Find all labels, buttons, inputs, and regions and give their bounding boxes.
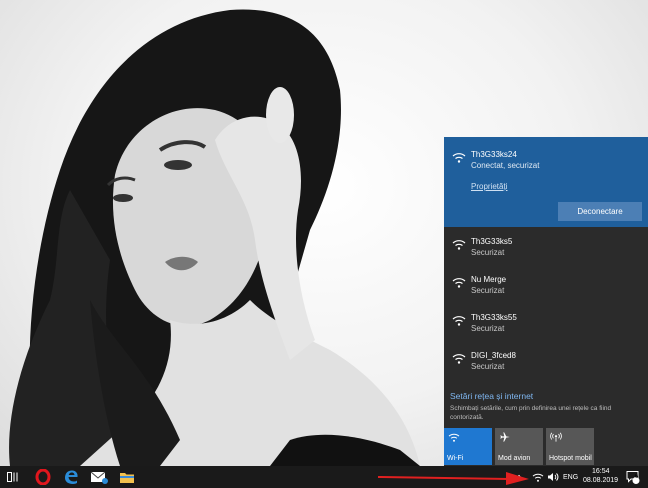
network-item[interactable]: DIGI_3fced8 Securizat — [444, 344, 648, 381]
mail-button[interactable] — [86, 466, 112, 488]
network-name: Th3G33ks5 — [471, 237, 513, 246]
network-status: Securizat — [471, 248, 505, 257]
wifi-icon — [452, 354, 466, 364]
folder-icon — [120, 473, 134, 483]
network-tray-button[interactable] — [530, 466, 546, 488]
taskbar: ENG 16:54 08.08.2019 6 — [0, 466, 648, 488]
properties-link[interactable]: Proprietăți — [471, 182, 507, 191]
airplane-mode-label: Mod avion — [498, 455, 531, 462]
mail-icon — [90, 471, 108, 484]
wifi-icon — [452, 278, 466, 288]
edge-button[interactable] — [58, 466, 84, 488]
airplane-icon — [500, 432, 510, 442]
wifi-icon — [448, 433, 460, 442]
network-settings-description: Schimbați setările, cum prin definirea u… — [450, 405, 612, 421]
wifi-toggle-label: Wi-Fi — [447, 455, 464, 462]
clock-date[interactable]: 08.08.2019 — [583, 477, 618, 484]
task-view-button[interactable] — [0, 466, 26, 488]
wifi-toggle[interactable]: Wi-Fi — [444, 428, 492, 465]
task-view-icon — [7, 472, 18, 482]
network-name: DIGI_3fced8 — [471, 351, 516, 360]
network-name: Nu Merge — [471, 275, 507, 284]
language-indicator[interactable]: ENG — [563, 474, 578, 481]
network-settings-link[interactable]: Setări rețea și internet — [450, 391, 533, 401]
network-item[interactable]: Th3G33ks55 Securizat — [444, 306, 648, 343]
network-status: Securizat — [471, 286, 505, 295]
network-status: Securizat — [471, 362, 505, 371]
clock-time[interactable]: 16:54 — [592, 468, 610, 475]
wifi-icon — [532, 473, 544, 482]
wifi-icon — [452, 316, 466, 326]
connected-network-status: Conectat, securizat — [471, 161, 540, 170]
opera-button[interactable] — [30, 466, 56, 488]
edge-icon — [65, 470, 78, 484]
opera-icon — [35, 469, 51, 485]
network-name: Th3G33ks55 — [471, 313, 517, 322]
network-flyout: Th3G33ks24 Conectat, securizat Proprietă… — [444, 137, 648, 466]
connected-network[interactable]: Th3G33ks24 Conectat, securizat Proprietă… — [444, 137, 648, 227]
disconnect-button[interactable]: Deconectare — [558, 202, 642, 221]
mobile-hotspot-toggle[interactable]: Hotspot mobil — [546, 428, 594, 465]
volume-tray-button[interactable] — [545, 466, 561, 488]
hotspot-icon — [550, 432, 562, 442]
network-item[interactable]: Th3G33ks5 Securizat — [444, 230, 648, 267]
action-center-button[interactable]: 6 — [622, 466, 644, 488]
red-arrow-annotation — [378, 472, 529, 485]
mobile-hotspot-label: Hotspot mobil — [549, 455, 592, 462]
network-status: Securizat — [471, 324, 505, 333]
wifi-icon — [452, 153, 466, 163]
airplane-mode-toggle[interactable]: Mod avion — [495, 428, 543, 465]
notification-count: 6 — [635, 474, 639, 480]
network-item[interactable]: Nu Merge Securizat — [444, 268, 648, 305]
speaker-icon — [548, 473, 559, 481]
connected-network-name: Th3G33ks24 — [471, 150, 517, 159]
file-explorer-button[interactable] — [114, 466, 140, 488]
wifi-icon — [452, 240, 466, 250]
